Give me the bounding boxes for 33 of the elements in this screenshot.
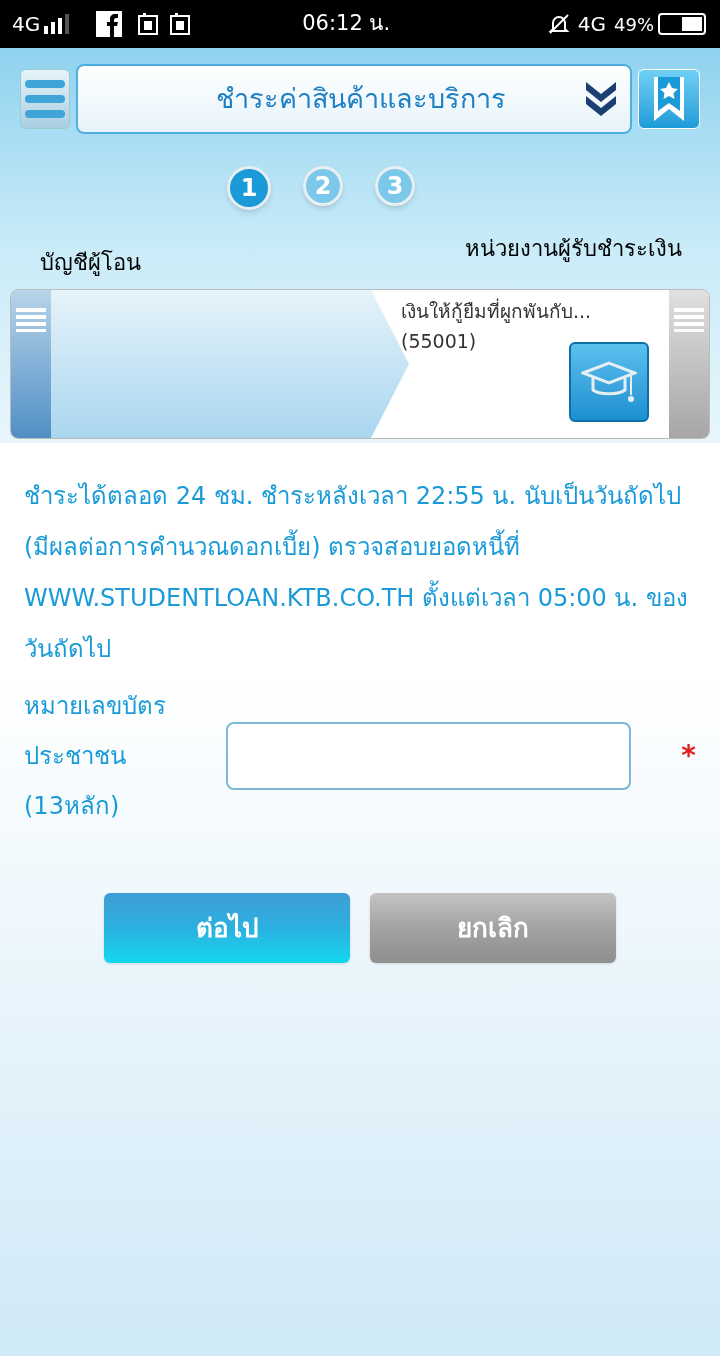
battery-percent: 49% <box>614 12 654 37</box>
app-notification-icon <box>170 13 191 35</box>
page-title-dropdown[interactable]: ชำระค่าสินค้าและบริการ <box>76 64 632 134</box>
payee-name: เงินให้กู้ยืมที่ผูกพันกับ... <box>401 297 593 325</box>
facebook-icon <box>96 11 123 37</box>
network-label: 4G <box>577 11 606 38</box>
graduation-cap-icon <box>581 359 637 405</box>
notice-text: ชำระได้ตลอด 24 ชม. ชำระหลังเวลา 22:55 น. นับเป็นวันถัดไป (มีผลต่อการคำนวณดอกเบี้ย) ตรวจสอบยอดหนี้ที่ WWW.STUDENTLOAN.KTB.CO.TH ตั้งแต่เวลา 05:00 น. ของวันถัดไป <box>23 480 689 665</box>
id-number-label: หมายเลขบัตรประชาชน (13หลัก) <box>24 691 167 822</box>
muted-bell-icon <box>547 13 570 35</box>
bookmark-button[interactable] <box>638 69 700 129</box>
menu-button[interactable] <box>20 69 70 129</box>
payee-handle[interactable] <box>669 290 709 438</box>
step-indicator: 2 <box>303 166 343 206</box>
battery-icon <box>658 12 708 36</box>
required-mark: * <box>681 738 696 774</box>
grip-icon <box>674 308 704 332</box>
payee-code: (55001) <box>401 329 478 354</box>
menu-icon <box>25 80 65 118</box>
grip-icon <box>16 308 46 332</box>
step-indicator: 3 <box>375 166 415 206</box>
double-chevron-icon <box>584 80 618 118</box>
payee-label: หน่วยงานผู้รับชำระเงิน <box>465 235 682 264</box>
app-notification-icon <box>138 13 159 35</box>
next-button[interactable]: ต่อไป <box>104 893 350 963</box>
account-handle[interactable] <box>11 290 51 438</box>
source-account-label: บัญชีผู้โอน <box>40 249 141 278</box>
network-label: 4G <box>12 11 41 38</box>
cancel-button[interactable]: ยกเลิก <box>370 893 616 963</box>
clock: 06:12 น. <box>302 10 391 38</box>
step-indicator: 1 <box>227 166 271 210</box>
bookmark-star-icon <box>652 77 686 121</box>
id-number-field[interactable] <box>226 722 631 790</box>
